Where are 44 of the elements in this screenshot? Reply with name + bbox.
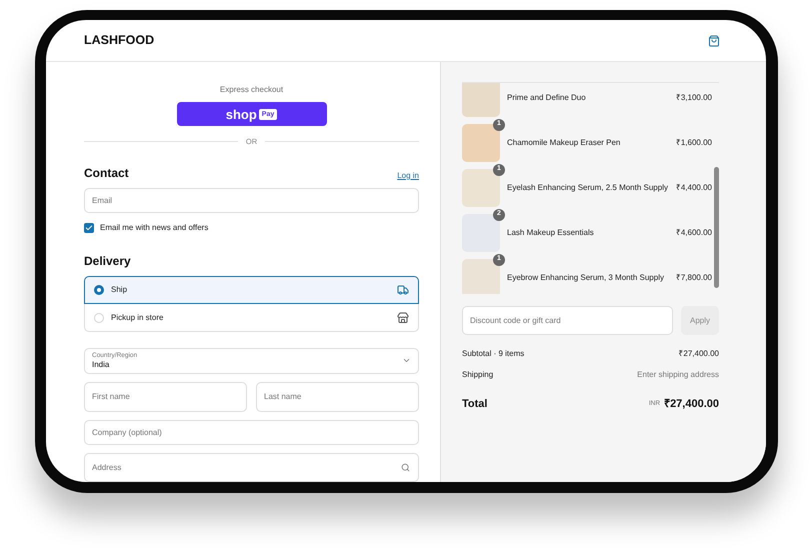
email-field[interactable]: Email: [84, 188, 419, 214]
product-name: Lash Makeup Essentials: [507, 226, 595, 238]
radio-button[interactable]: [94, 285, 104, 296]
contact-heading: Contact: [84, 164, 129, 182]
newsletter-label: Email me with news and offers: [100, 222, 208, 234]
subtotal-value: ₹27,400.00: [678, 348, 719, 360]
store-icon: [397, 312, 409, 324]
product-name: Chamomile Makeup Eraser Pen: [507, 136, 622, 148]
product-photo-placeholder: [462, 124, 500, 162]
product-photo-placeholder: [462, 258, 500, 294]
product-price: ₹7,800.00: [676, 272, 712, 284]
first-name-field[interactable]: First name: [84, 382, 247, 412]
product-name: Eyelash Enhancing Serum, 2.5 Month Supply: [507, 182, 669, 194]
subtotal-label: Subtotal · 9 items: [462, 348, 524, 360]
delivery-option-label: Ship: [111, 284, 128, 296]
product-price: ₹3,100.00: [676, 92, 712, 104]
shopping-bag-icon[interactable]: [708, 34, 720, 46]
total-value: ₹27,400.00: [664, 397, 719, 412]
express-checkout-label: Express checkout: [220, 84, 284, 96]
company-field[interactable]: Company (optional): [84, 420, 419, 445]
newsletter-checkbox[interactable]: [84, 223, 94, 234]
product-name: Eyebrow Enhancing Serum, 3 Month Supply: [507, 272, 665, 284]
delivery-option[interactable]: Ship: [84, 276, 419, 304]
product-price: ₹1,600.00: [676, 136, 712, 148]
product-price: ₹4,600.00: [676, 226, 712, 238]
product-photo-placeholder: [462, 83, 500, 116]
shipping-label: Shipping: [462, 369, 494, 381]
last-name-field[interactable]: Last name: [256, 382, 419, 412]
search-icon: [401, 463, 410, 472]
brand-logo[interactable]: LASHFOOD: [84, 31, 154, 50]
product-photo-placeholder: [462, 168, 500, 206]
log-in-link[interactable]: Log in: [397, 170, 419, 182]
address-field[interactable]: Address: [84, 453, 419, 482]
country-value: India: [92, 361, 110, 370]
delivery-option[interactable]: Pickup in store: [84, 304, 419, 332]
discount-code-field[interactable]: Discount code or gift card: [462, 306, 673, 335]
product-photo-placeholder: [462, 214, 500, 252]
truck-icon: [397, 284, 409, 296]
total-label: Total: [462, 397, 488, 412]
delivery-heading: Delivery: [84, 253, 132, 270]
product-price: ₹4,400.00: [676, 182, 712, 194]
product-name: Prime and Define Duo: [507, 92, 587, 104]
shipping-value: Enter shipping address: [637, 369, 719, 381]
delivery-option-label: Pickup in store: [111, 312, 164, 324]
